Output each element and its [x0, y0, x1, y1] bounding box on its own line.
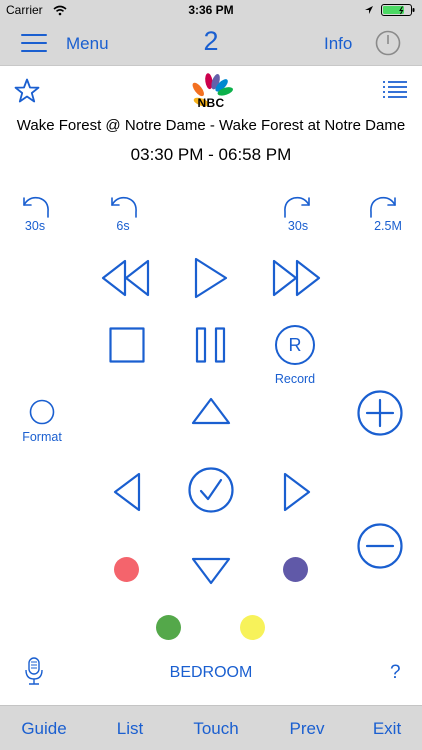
volume-up-icon[interactable] — [357, 390, 403, 436]
tab-list[interactable]: List — [100, 719, 160, 739]
tab-exit[interactable]: Exit — [357, 719, 417, 739]
record-button[interactable]: R Record — [265, 325, 325, 386]
right-arrow-icon[interactable] — [282, 471, 312, 513]
fast-forward-icon[interactable] — [271, 259, 321, 297]
help-button[interactable]: ? — [390, 662, 401, 684]
skip-forward-arrow-icon — [284, 196, 310, 218]
skip-back-30-button[interactable]: 30s — [5, 195, 65, 233]
status-time: 3:36 PM — [188, 3, 234, 17]
skip-back-6-label: 6s — [116, 219, 130, 233]
skip-forward-30-button[interactable]: 30s — [268, 195, 328, 233]
format-label: Format — [22, 430, 62, 444]
purple-button[interactable] — [283, 557, 308, 582]
skip-forward-2m-button[interactable]: 2.5M — [358, 195, 418, 233]
battery-icon — [381, 4, 415, 16]
nbc-peacock-icon — [192, 73, 233, 107]
volume-down-icon[interactable] — [357, 523, 403, 569]
format-button[interactable]: Format — [12, 399, 72, 444]
skip-back-30-label: 30s — [24, 219, 46, 233]
left-arrow-icon[interactable] — [112, 471, 142, 513]
network-logo-text: NBC — [197, 96, 225, 110]
red-button[interactable] — [114, 557, 139, 582]
green-button[interactable] — [156, 615, 181, 640]
location-arrow-icon — [365, 6, 373, 14]
down-arrow-icon[interactable] — [190, 556, 232, 586]
skip-back-6-button[interactable]: 6s — [93, 195, 153, 233]
channel-number: 2 — [203, 26, 219, 56]
program-time-range: 03:30 PM - 06:58 PM — [130, 145, 292, 164]
power-icon[interactable] — [375, 30, 401, 56]
stop-icon[interactable] — [109, 327, 145, 363]
tab-prev[interactable]: Prev — [277, 719, 337, 739]
status-bar: Carrier 3:36 PM — [0, 0, 422, 20]
record-circle: R — [275, 325, 315, 365]
skip-back-arrow-icon — [111, 196, 137, 218]
pause-icon[interactable] — [195, 327, 227, 363]
rewind-icon[interactable] — [101, 259, 151, 297]
skip-forward-2m-label: 2.5M — [374, 219, 402, 233]
room-selector[interactable]: BEDROOM — [0, 664, 422, 682]
skip-forward-arrow-icon — [370, 196, 396, 218]
list-view-icon[interactable] — [382, 80, 407, 100]
skip-forward-30-label: 30s — [287, 219, 309, 233]
ok-check-icon[interactable] — [188, 467, 234, 513]
favorite-star-icon[interactable] — [14, 78, 40, 104]
nav-bar: Menu 2 Info — [0, 20, 422, 66]
program-title: Wake Forest @ Notre Dame - Wake Forest a… — [16, 117, 406, 134]
up-arrow-icon[interactable] — [190, 396, 232, 426]
tab-guide[interactable]: Guide — [14, 719, 74, 739]
play-icon[interactable] — [193, 257, 229, 299]
record-label: Record — [274, 372, 316, 386]
tab-bar: Guide List Touch Prev Exit — [0, 705, 422, 750]
skip-back-arrow-icon — [23, 196, 49, 218]
network-logo: NBC — [192, 72, 233, 110]
info-button[interactable]: Info — [324, 34, 352, 54]
yellow-button[interactable] — [240, 615, 265, 640]
tab-touch[interactable]: Touch — [186, 719, 246, 739]
format-circle-icon — [29, 399, 55, 425]
